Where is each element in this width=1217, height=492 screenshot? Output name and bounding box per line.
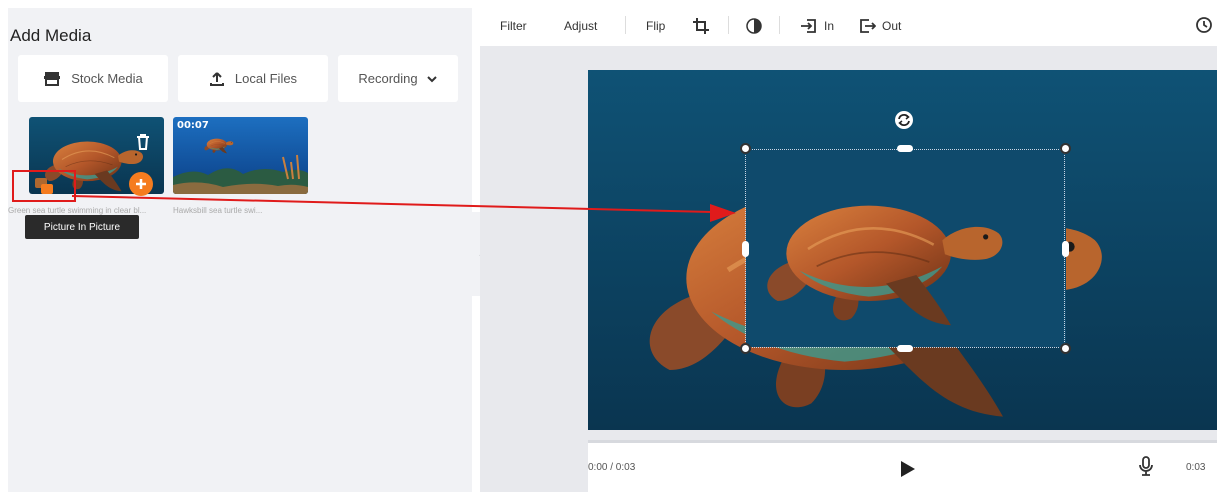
current-time: 0:00 / 0:03 — [588, 462, 636, 473]
play-icon[interactable] — [898, 460, 916, 478]
annotation-arrow — [71, 195, 736, 222]
progress-bar[interactable] — [588, 440, 1217, 443]
end-time: 0:03 — [1186, 462, 1206, 473]
microphone-icon[interactable] — [1137, 456, 1155, 476]
